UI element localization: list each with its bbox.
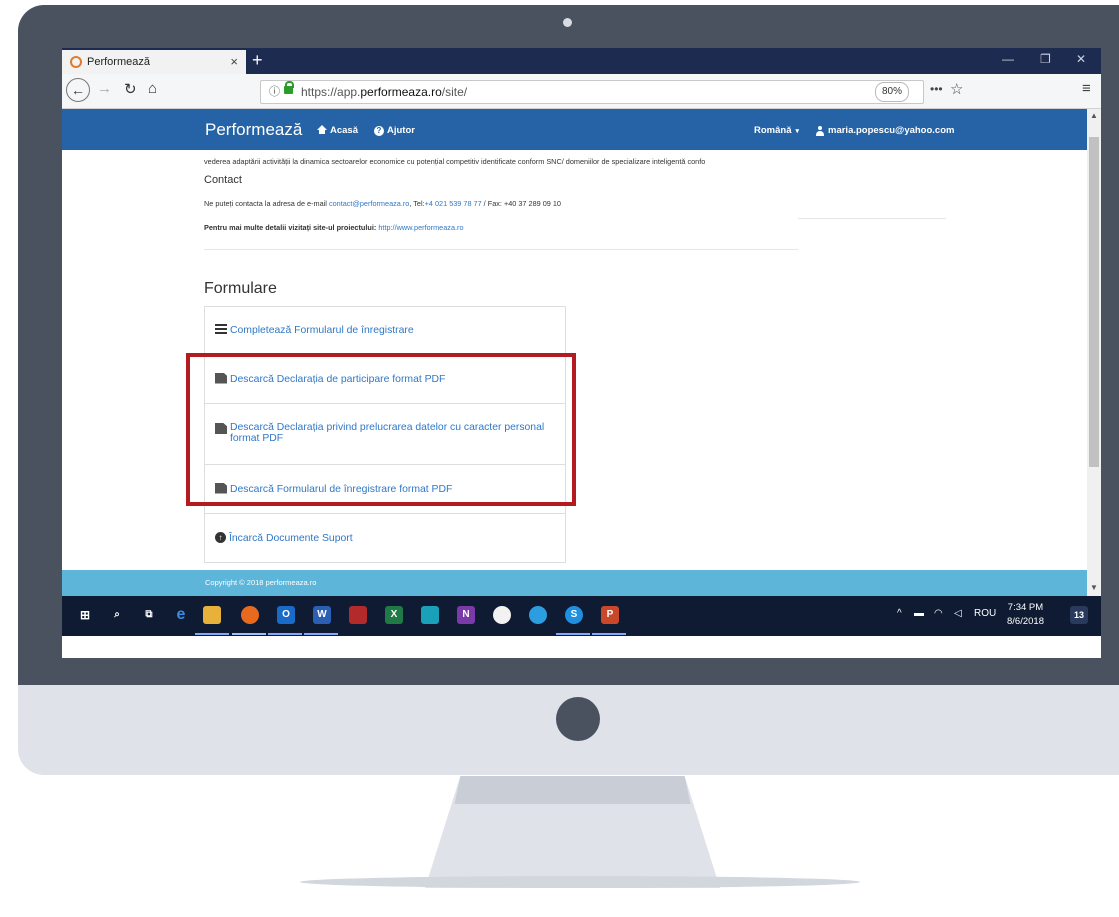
menu-icon[interactable]: ≡ [1082, 80, 1091, 97]
copyright-text: Copyright © 2018 performeaza.ro [205, 578, 317, 587]
zoom-level[interactable]: 80% [875, 82, 909, 102]
active-indicator [195, 633, 229, 635]
windows-start-icon[interactable]: ⊞ [76, 606, 94, 624]
active-indicator [232, 633, 266, 635]
formulare-heading: Formulare [204, 280, 277, 297]
contact-heading: Contact [204, 174, 242, 186]
power-button [556, 697, 600, 741]
active-indicator [304, 633, 338, 635]
chevron-down-icon: ▾ [795, 127, 799, 135]
system-clock[interactable]: 7:34 PM 8/6/2018 [1007, 601, 1044, 629]
list-icon [215, 324, 227, 335]
vertical-scrollbar[interactable]: ▲ ▼ [1087, 109, 1101, 596]
skype-icon[interactable]: S [565, 606, 583, 624]
nav-help-link[interactable]: ? Ajutor [374, 125, 415, 136]
window-close-icon[interactable]: ✕ [1076, 52, 1086, 66]
contact-email-link[interactable]: contact@performeaza.ro [329, 199, 409, 208]
home-button[interactable]: ⌂ [148, 80, 157, 97]
favicon-icon [70, 56, 82, 68]
list-item-complete-form[interactable]: Completează Formularul de înregistrare [205, 307, 565, 355]
tab-title: Performează [87, 56, 150, 68]
input-language[interactable]: ROU [974, 608, 996, 619]
outlook-icon[interactable]: O [277, 606, 295, 624]
help-icon: ? [374, 125, 384, 136]
user-icon [815, 125, 825, 136]
intro-text: vederea adaptării activității la dinamic… [204, 157, 706, 166]
wifi-icon[interactable]: ◠ [934, 608, 943, 619]
file-explorer-icon[interactable] [203, 606, 221, 624]
reload-button[interactable]: ↻ [124, 80, 137, 98]
details-line: Pentru mai multe detalii vizitați site-u… [204, 223, 464, 232]
minimize-icon[interactable]: — [1002, 52, 1014, 66]
language-dropdown[interactable]: Română ▾ [754, 125, 799, 136]
forward-button[interactable]: → [97, 80, 112, 97]
home-icon [317, 125, 327, 134]
nav-home-link[interactable]: Acasă [317, 125, 358, 136]
active-indicator [268, 633, 302, 635]
firefox-icon[interactable] [241, 606, 259, 624]
site-header: Performează Acasă ? Ajutor Română ▾ maria… [62, 109, 1087, 150]
upload-icon: ↑ [215, 531, 226, 543]
battery-icon[interactable]: ▬ [914, 608, 924, 619]
task-view-icon[interactable]: ⧉ [140, 606, 158, 624]
monitor-base [300, 876, 860, 888]
url-text: https://app.performeaza.ro/site/ [301, 85, 468, 99]
webcam-dot [563, 18, 572, 27]
scroll-up-icon[interactable]: ▲ [1090, 111, 1098, 120]
highlight-annotation [186, 353, 576, 506]
notification-center-icon[interactable]: 13 [1070, 606, 1088, 624]
browser-tab-bar: Performează × + — ❐ ✕ [62, 48, 1101, 74]
scrollbar-thumb[interactable] [1089, 137, 1099, 467]
whatsapp-icon[interactable] [421, 606, 439, 624]
telegram-icon[interactable] [529, 606, 547, 624]
browser-nav-bar: ← → ↻ ⌂ ⓘ https://app.performeaza.ro/sit… [62, 74, 1101, 109]
contact-phone-link[interactable]: +4 021 539 78 77 [425, 199, 482, 208]
lock-icon [284, 81, 294, 94]
onenote-icon[interactable]: N [457, 606, 475, 624]
search-icon[interactable]: ⌕ [108, 606, 126, 624]
tray-chevron-icon[interactable]: ^ [897, 608, 902, 619]
site-brand[interactable]: Performează [205, 120, 302, 140]
active-indicator [556, 633, 590, 635]
close-tab-icon[interactable]: × [230, 54, 238, 69]
volume-icon[interactable]: ◁ [954, 608, 962, 619]
address-bar[interactable]: ⓘ https://app.performeaza.ro/site/ [260, 80, 924, 104]
contact-line: Ne puteți contacta la adresa de e-mail c… [204, 199, 561, 208]
list-item-upload-documents[interactable]: ↑ Încarcă Documente Suport [205, 514, 565, 562]
powerpoint-icon[interactable]: P [601, 606, 619, 624]
shield-app-icon[interactable] [349, 606, 367, 624]
monitor-stand-shadow [454, 776, 691, 804]
user-account-link[interactable]: maria.popescu@yahoo.com [815, 125, 954, 136]
page-actions-icon[interactable]: ••• [930, 82, 943, 96]
browser-tab[interactable]: Performează × [62, 50, 246, 74]
active-indicator [592, 633, 626, 635]
restore-icon[interactable]: ❐ [1040, 52, 1051, 66]
site-footer: Copyright © 2018 performeaza.ro [62, 570, 1087, 596]
divider [204, 249, 798, 250]
settings-app-icon[interactable] [493, 606, 511, 624]
word-icon[interactable]: W [313, 606, 331, 624]
back-button[interactable]: ← [66, 78, 90, 102]
site-info-icon[interactable]: ⓘ [269, 81, 280, 103]
excel-icon[interactable]: X [385, 606, 403, 624]
edge-icon[interactable]: e [172, 606, 190, 624]
scroll-down-icon[interactable]: ▼ [1090, 583, 1098, 592]
new-tab-button[interactable]: + [252, 50, 263, 71]
project-site-link[interactable]: http://www.performeaza.ro [378, 223, 463, 232]
divider [798, 218, 946, 219]
bookmark-star-icon[interactable]: ☆ [950, 80, 963, 98]
windows-taskbar: ⊞ ⌕ ⧉ e O W X N S P ^ ▬ ◠ ◁ ROU 7:34 PM … [62, 596, 1101, 636]
